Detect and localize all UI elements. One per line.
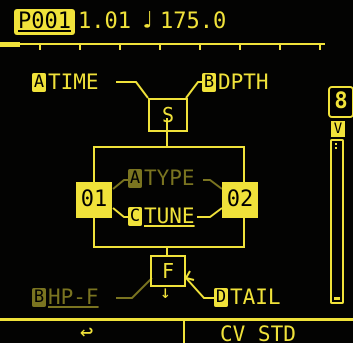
param-tune-label: TUNE bbox=[144, 204, 195, 228]
knob-b-icon: B bbox=[32, 287, 46, 307]
osc1-box[interactable]: 01 bbox=[76, 182, 112, 218]
knob-a-icon: A bbox=[128, 168, 142, 188]
wire-tail-arrow bbox=[184, 270, 195, 281]
wire-hpf-to-f bbox=[116, 277, 153, 299]
meter-dots bbox=[335, 143, 341, 149]
osc2-box[interactable]: 02 bbox=[222, 182, 258, 218]
meter-label: V bbox=[331, 121, 345, 137]
playhead-marker bbox=[0, 42, 20, 47]
channel-number[interactable]: 8 bbox=[328, 86, 353, 118]
param-time-label: TIME bbox=[48, 70, 99, 94]
footer-divider bbox=[183, 321, 185, 343]
knob-a-icon: A bbox=[32, 72, 46, 92]
wire-tune-right bbox=[197, 207, 223, 218]
param-hpf-label: HP-F bbox=[48, 285, 99, 309]
patch-id-badge[interactable]: P001 bbox=[14, 9, 75, 35]
meter-fill bbox=[334, 296, 340, 300]
footer-rule bbox=[0, 318, 353, 321]
wire-time-to-s bbox=[116, 81, 149, 99]
bar-position: 1.01 bbox=[78, 9, 131, 34]
param-depth[interactable]: B DPTH bbox=[202, 72, 269, 93]
knob-b-icon: B bbox=[202, 72, 216, 92]
level-meter bbox=[330, 139, 344, 304]
footer-right-label[interactable]: CV STD bbox=[220, 322, 296, 343]
param-tail-label: TAIL bbox=[230, 285, 281, 309]
param-tail[interactable]: D TAIL bbox=[214, 287, 281, 308]
synth-screen: P001 1.01 ♩ 175.0 A TIME B DPTH S 01 02 AT… bbox=[0, 0, 353, 343]
param-hpf[interactable]: B HP-F bbox=[32, 287, 99, 308]
param-time[interactable]: A TIME bbox=[32, 72, 99, 93]
tempo-value[interactable]: 175.0 bbox=[160, 11, 226, 33]
return-arrow-icon[interactable]: ↩ bbox=[80, 320, 93, 343]
wire-type-right bbox=[203, 179, 223, 190]
knob-d-icon: D bbox=[214, 287, 228, 307]
param-type[interactable]: A TYPE bbox=[128, 168, 195, 189]
param-depth-label: DPTH bbox=[218, 70, 269, 94]
source-box[interactable]: S bbox=[148, 98, 188, 132]
param-tune[interactable]: C TUNE bbox=[128, 206, 195, 227]
quarter-note-icon: ♩ bbox=[140, 6, 155, 34]
param-type-label: TYPE bbox=[144, 166, 195, 190]
knob-c-icon: C bbox=[128, 206, 142, 226]
output-arrow-icon: ↓ bbox=[160, 282, 171, 303]
